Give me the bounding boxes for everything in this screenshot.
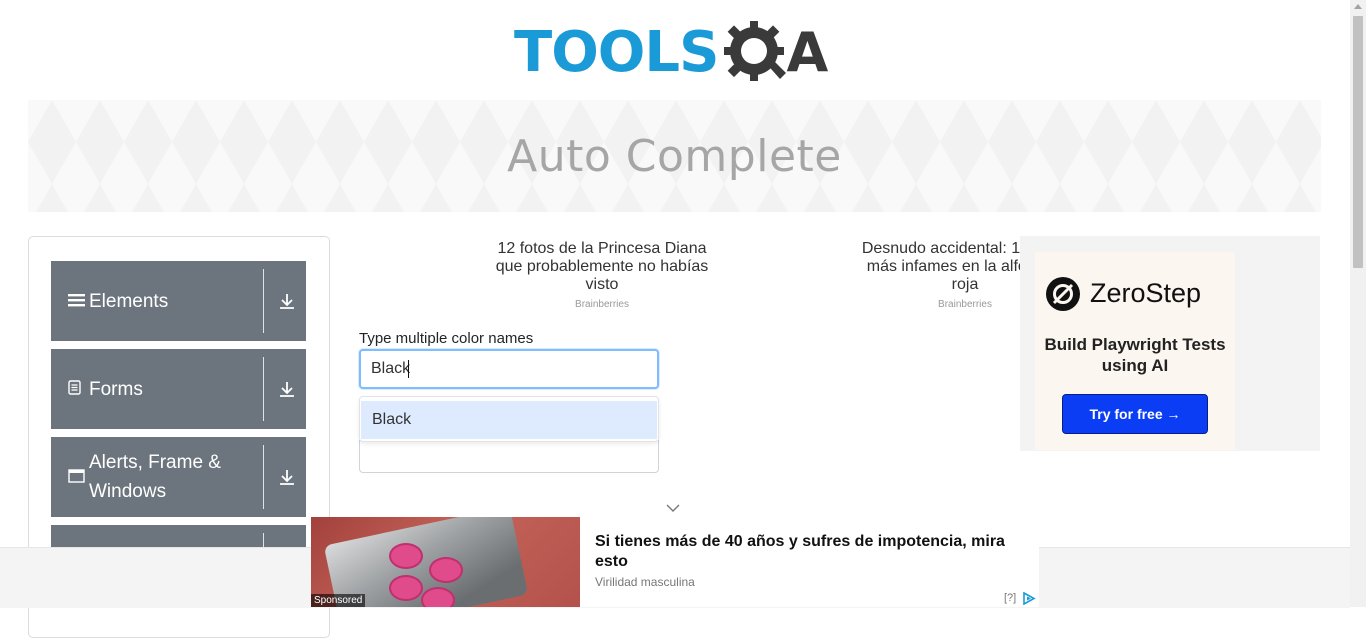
autocomplete-menu: Black [359, 396, 659, 442]
bottom-ad-title[interactable]: Si tienes más de 40 años y sufres de imp… [595, 532, 1015, 572]
bottom-sponsored-ad[interactable]: Sponsored Si tienes más de 40 años y suf… [311, 517, 1039, 607]
sidebar-group-label: Alerts, Frame & Windows [89, 452, 221, 502]
sidebar-group-forms[interactable]: Forms [51, 349, 306, 429]
pill [389, 575, 423, 601]
native-ad-source: Brainberries [575, 299, 629, 310]
multi-color-label: Type multiple color names [359, 330, 534, 347]
sidebar-group-label: Forms [89, 378, 143, 400]
pill [429, 557, 463, 583]
chevron-down-icon[interactable] [666, 503, 680, 513]
divider [263, 445, 264, 509]
sidebar-group-label: Elements [89, 290, 169, 312]
sidebar-group-alerts[interactable]: Alerts, Frame & Windows [51, 437, 306, 517]
divider [263, 269, 264, 333]
ad-image: Sponsored [311, 517, 580, 607]
toolsqa-logo[interactable]: TOOLS A [514, 14, 839, 92]
logo-text-a: A [786, 21, 829, 84]
autocomplete-option[interactable]: Black [361, 401, 657, 439]
divider [263, 357, 264, 421]
scroll-thumb[interactable] [1353, 16, 1363, 268]
zerostep-brand: ZeroStep [1090, 278, 1202, 308]
logo-text-tools: TOOLS [514, 20, 719, 85]
vertical-scrollbar[interactable] [1350, 0, 1366, 607]
ad-help-link[interactable]: [?] [1004, 592, 1016, 604]
page-title: Auto Complete [507, 130, 842, 182]
download-arrow-icon[interactable] [278, 468, 296, 486]
adchoices-icon[interactable] [1022, 592, 1036, 605]
native-ad-title: 12 fotos de la Princesa Diana que probab… [495, 240, 709, 293]
zerostep-tagline: Build Playwright Tests using AI [1044, 335, 1226, 375]
sponsored-label: Sponsored [311, 594, 366, 607]
gear-icon [724, 21, 787, 81]
pill [389, 543, 423, 569]
bottom-ad-source: Virilidad masculina [595, 575, 695, 589]
download-arrow-icon[interactable] [278, 380, 296, 398]
document-icon [68, 380, 85, 398]
sidebar-group-elements[interactable]: Elements [51, 261, 306, 341]
window-icon [68, 469, 85, 486]
download-arrow-icon[interactable] [278, 292, 296, 310]
single-color-input[interactable] [359, 440, 659, 473]
page-banner: Auto Complete [28, 100, 1321, 212]
scroll-up-arrow[interactable] [1354, 4, 1362, 9]
pill [421, 587, 455, 607]
input-value: Black [371, 360, 411, 377]
try-for-free-button[interactable]: Try for free → [1062, 394, 1208, 434]
native-ad-1[interactable]: 12 fotos de la Princesa Diana que probab… [486, 240, 718, 311]
text-caret [408, 360, 409, 378]
multi-color-input[interactable]: Black [359, 349, 659, 389]
option-label: Black [372, 411, 412, 428]
list-icon [68, 293, 85, 310]
zerostep-logo-icon [1046, 277, 1080, 311]
zerostep-ad[interactable]: ZeroStep Build Playwright Tests using AI… [1035, 252, 1235, 450]
